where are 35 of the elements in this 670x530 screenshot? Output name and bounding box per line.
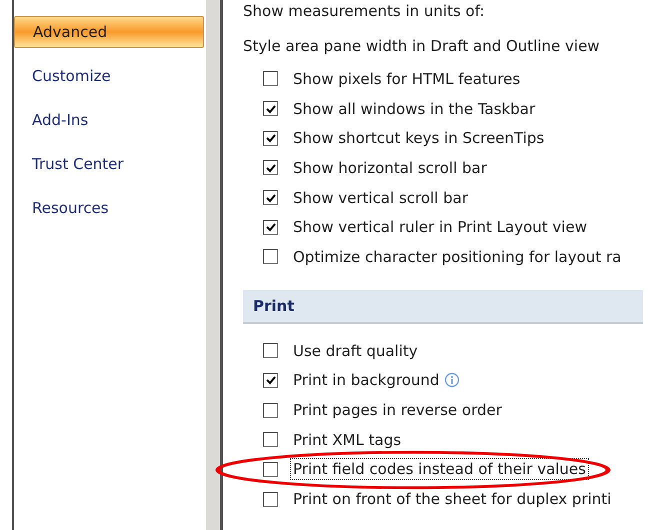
option-label: Use draft quality [292, 340, 419, 362]
section-title: Print [253, 296, 294, 315]
sidebar-item[interactable]: Add-Ins [14, 104, 204, 136]
option-label: Print field codes instead of their values [290, 458, 589, 480]
checkbox[interactable] [263, 343, 278, 358]
info-icon[interactable] [444, 372, 460, 388]
setting-label: Show measurements in units of: [243, 2, 485, 20]
option-label: Print pages in reverse order [292, 400, 503, 422]
sidebar-item[interactable]: Advanced [14, 16, 204, 48]
option-label: Show shortcut keys in ScreenTips [292, 128, 546, 150]
checkbox[interactable] [263, 462, 278, 477]
option-label: Show vertical ruler in Print Layout view [292, 217, 588, 238]
checkbox[interactable] [263, 190, 278, 206]
checkbox[interactable] [263, 130, 278, 146]
checkbox[interactable] [263, 492, 278, 507]
option-label: Optimize character positioning for layout ra [292, 246, 622, 268]
checkbox[interactable] [263, 160, 278, 176]
setting-label: Style area pane width in Draft and Outline view [243, 37, 600, 55]
sidebar-item[interactable]: Trust Center [14, 148, 204, 180]
option-label: Show horizontal scroll bar [292, 158, 488, 179]
checkbox[interactable] [263, 402, 278, 418]
option-label: Show all windows in the Taskbar [292, 98, 536, 120]
option-label: Print on front of the sheet for duplex printi [292, 489, 612, 510]
sidebar-item[interactable]: Resources [14, 192, 204, 224]
checkbox[interactable] [263, 220, 278, 235]
option-label: Show vertical scroll bar [292, 188, 469, 209]
checkbox[interactable] [263, 71, 278, 86]
checkbox[interactable] [263, 372, 278, 388]
option-label: Print in background [292, 370, 440, 392]
checkbox[interactable] [263, 432, 278, 448]
option-label: Print XML tags [292, 430, 402, 451]
checkbox[interactable] [263, 101, 278, 116]
option-label: Show pixels for HTML features [292, 68, 522, 90]
sidebar-item[interactable]: Customize [14, 60, 204, 92]
checkbox[interactable] [263, 249, 278, 264]
